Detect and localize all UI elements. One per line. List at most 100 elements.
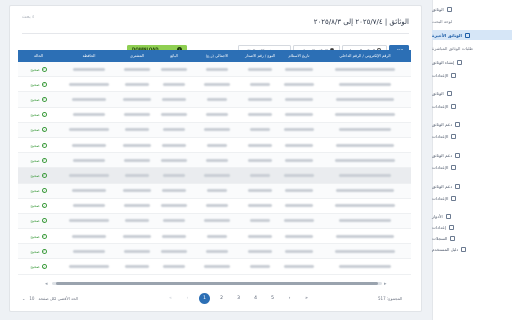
- redacted-value: [69, 173, 109, 177]
- col-header-total[interactable]: الاجمالي (ر.ع): [193, 54, 241, 58]
- redacted-cell: [241, 173, 279, 177]
- table-row[interactable]: ✓ صحيح: [18, 92, 411, 108]
- redacted-value: [206, 113, 228, 117]
- first-page-icon[interactable]: «: [165, 293, 176, 304]
- sidebar-item-settings-4[interactable]: الإعدادات ‹: [432, 162, 512, 172]
- col-header-received-date[interactable]: تاريخ الاستلام: [279, 54, 319, 58]
- table-row[interactable]: ✓ صحيح: [18, 108, 411, 123]
- redacted-cell: [119, 249, 155, 253]
- page-2[interactable]: 2: [216, 293, 227, 304]
- redacted-value: [69, 265, 109, 269]
- redacted-value: [250, 82, 270, 86]
- redacted-cell: [279, 189, 319, 193]
- redacted-cell: [279, 265, 319, 269]
- sidebar-item-recent-documents[interactable]: الوثائق الأخيرة: [432, 30, 512, 40]
- sidebar-item-documents[interactable]: الوثائق: [432, 4, 512, 14]
- col-header-portfolio[interactable]: الحافظة: [59, 54, 119, 58]
- col-header-status[interactable]: الحالة: [18, 54, 59, 58]
- sidebar-item-support-1[interactable]: دعم الوثائق ‹: [432, 119, 512, 129]
- redacted-value: [163, 82, 185, 86]
- table-row[interactable]: ✓ صحيح: [18, 229, 411, 245]
- check-circle-icon: ✓: [41, 142, 47, 148]
- table-row[interactable]: ✓ صحيح: [18, 138, 411, 154]
- status-badge: ✓ صحيح: [30, 157, 47, 163]
- table-row[interactable]: ✓ صحيح: [18, 183, 411, 199]
- redacted-value: [339, 265, 391, 269]
- redacted-value: [204, 219, 230, 223]
- redacted-cell: [319, 234, 411, 238]
- redacted-cell: [155, 67, 193, 71]
- redacted-cell: [155, 128, 193, 132]
- horizontal-scrollbar[interactable]: [52, 282, 382, 285]
- redacted-value: [125, 82, 149, 86]
- scrollbar-thumb[interactable]: [56, 282, 378, 285]
- sidebar-item-create-documents[interactable]: إنشاء الوثائق ‹: [432, 57, 512, 67]
- table-row[interactable]: ✓ صحيح: [18, 168, 411, 184]
- col-header-type[interactable]: النوع / رقم الاصدار: [241, 54, 279, 58]
- redacted-cell: [119, 67, 155, 71]
- page-4[interactable]: 4: [250, 293, 261, 304]
- table-row[interactable]: ✓ صحيح: [18, 244, 411, 260]
- sidebar-item-settings-3[interactable]: الإعدادات ‹: [432, 131, 512, 141]
- redacted-value: [336, 234, 394, 238]
- redacted-cell: [59, 204, 119, 208]
- table-row[interactable]: ✓ صحيح: [18, 199, 411, 214]
- sidebar-item-settings[interactable]: الإعدادات ‹: [432, 70, 512, 80]
- breadcrumb[interactable]: بحث ⌕: [22, 14, 35, 20]
- table-row[interactable]: ✓ صحيح: [18, 259, 411, 275]
- sidebar-item-settings-5[interactable]: الإعدادات ‹: [432, 193, 512, 203]
- redacted-value: [248, 204, 272, 208]
- redacted-cell: [241, 249, 279, 253]
- document-icon: [464, 32, 470, 38]
- redacted-cell: [155, 82, 193, 86]
- status-badge: ✓ صحيح: [30, 248, 47, 254]
- sidebar-item-roles[interactable]: الأدوار: [432, 211, 512, 221]
- table-row[interactable]: ✓ صحيح: [18, 153, 411, 169]
- per-page-selector[interactable]: ⌄ 10 الحد الأقصى لكل صفحة: [22, 296, 78, 301]
- redacted-cell: [193, 113, 241, 117]
- sidebar-item-support-3[interactable]: دعم الوثائق ‹: [432, 181, 512, 191]
- redacted-cell: [59, 113, 119, 117]
- status-badge: ✓ صحيح: [30, 218, 47, 224]
- table-row[interactable]: ✓ صحيح: [18, 62, 411, 78]
- col-header-seller[interactable]: البائع: [155, 54, 193, 58]
- redacted-cell: [119, 189, 155, 193]
- sidebar-item-settings-2[interactable]: الإعدادات ‹: [432, 101, 512, 111]
- redacted-value: [335, 204, 395, 208]
- page-5[interactable]: 5: [267, 293, 278, 304]
- sidebar-item-documents-2[interactable]: الوثائق ‹: [432, 88, 512, 98]
- col-header-buyer[interactable]: المشتري: [119, 54, 155, 58]
- redacted-cell: [279, 249, 319, 253]
- document-icon: [457, 59, 463, 65]
- sidebar-item-support-2[interactable]: دعم الوثائق ‹: [432, 150, 512, 160]
- redacted-value: [161, 249, 187, 253]
- sidebar-item-search-board[interactable]: لوحة البحث: [432, 16, 512, 26]
- table-row[interactable]: ✓ صحيح: [18, 213, 411, 230]
- prev-page-icon[interactable]: ‹: [182, 293, 193, 304]
- book-icon: [461, 246, 467, 252]
- scroll-right-icon[interactable]: ▸: [384, 281, 387, 287]
- redacted-value: [248, 234, 272, 238]
- next-page-icon[interactable]: ›: [284, 293, 295, 304]
- scroll-left-icon[interactable]: ◂: [45, 281, 48, 287]
- redacted-value: [250, 219, 270, 223]
- table-header: الرقم الإلكتروني / الرقم الداخلي تاريخ ا…: [18, 50, 411, 62]
- page-1[interactable]: 1: [199, 293, 210, 304]
- table-row[interactable]: ✓ صحيح: [18, 122, 411, 138]
- check-circle-icon: ✓: [41, 203, 47, 209]
- last-page-icon[interactable]: »: [301, 293, 312, 304]
- redacted-value: [336, 97, 394, 101]
- sidebar-item-logs[interactable]: السجلات: [432, 233, 512, 243]
- sidebar-item-direct-requests[interactable]: طلبات الوثائق المباشرة: [432, 43, 512, 53]
- status-cell: ✓ صحيح: [18, 112, 59, 118]
- page-3[interactable]: 3: [233, 293, 244, 304]
- check-circle-icon: ✓: [41, 264, 47, 270]
- chevron-icon: ‹: [440, 133, 442, 139]
- table-row[interactable]: ✓ صحيح: [18, 77, 411, 93]
- sidebar-item-user-guide[interactable]: دليل المستخدم: [432, 244, 512, 254]
- redacted-cell: [241, 82, 279, 86]
- col-header-number[interactable]: الرقم الإلكتروني / الرقم الداخلي: [319, 54, 411, 58]
- redacted-value: [124, 158, 150, 162]
- redacted-value: [335, 158, 395, 162]
- sidebar-item-preferences[interactable]: إعدادات: [432, 222, 512, 232]
